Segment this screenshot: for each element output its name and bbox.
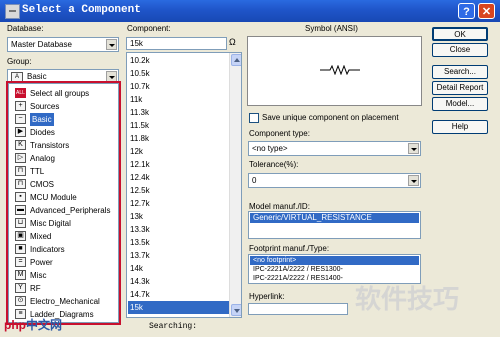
tolerance-label: Tolerance(%):: [249, 160, 299, 169]
component-value: 15k: [130, 39, 143, 48]
symbol-preview: [247, 36, 422, 106]
symbol-label: Symbol (ANSI): [305, 24, 358, 33]
save-unique-label: Save unique component on placement: [262, 113, 399, 122]
model-manuf-label: Model manuf./ID:: [249, 202, 310, 211]
close-button[interactable]: Close: [432, 43, 488, 57]
component-item[interactable]: 14.7k: [128, 288, 229, 301]
model-manuf-list[interactable]: Generic/VIRTUAL_RESISTANCE: [248, 211, 421, 239]
component-list[interactable]: 10.2k 10.5k 10.7k 11k 11.3k 11.5k 11.8k 12k 12.1…: [126, 52, 242, 318]
database-value: Master Database: [11, 40, 72, 49]
tolerance-select[interactable]: 0: [248, 173, 421, 188]
scroll-up-arrow-icon[interactable]: [231, 54, 241, 66]
highlight-frame: [6, 81, 121, 325]
component-item[interactable]: 12.4k: [128, 171, 229, 184]
app-icon: [5, 4, 20, 19]
hyperlink-label: Hyperlink:: [249, 292, 285, 301]
resistor-symbol-icon: [320, 65, 360, 75]
component-item[interactable]: 11.3k: [128, 106, 229, 119]
model-manuf-item[interactable]: Generic/VIRTUAL_RESISTANCE: [250, 213, 419, 223]
component-type-label: Component type:: [249, 129, 310, 138]
chevron-down-icon[interactable]: [408, 175, 419, 186]
component-item[interactable]: 13k: [128, 210, 229, 223]
component-item[interactable]: 11k: [128, 93, 229, 106]
component-item[interactable]: 12.7k: [128, 197, 229, 210]
database-select[interactable]: Master Database: [7, 37, 119, 52]
component-label: Component:: [127, 24, 171, 33]
watermark-text: 软件技巧: [355, 284, 460, 314]
hyperlink-field[interactable]: [248, 303, 348, 315]
save-unique-checkbox[interactable]: [249, 113, 259, 123]
component-item[interactable]: 13.5k: [128, 236, 229, 249]
component-type-select[interactable]: <no type>: [248, 141, 421, 156]
component-item[interactable]: 10.2k: [128, 54, 229, 67]
component-item[interactable]: 15k: [128, 301, 229, 314]
component-item[interactable]: 12.1k: [128, 158, 229, 171]
logo-php: php: [4, 318, 26, 332]
logo-cn: 中文网: [26, 318, 63, 332]
model-button[interactable]: Model...: [432, 97, 488, 111]
title-bar[interactable]: Select a Component ? ✕: [0, 0, 500, 22]
component-item[interactable]: 10.5k: [128, 67, 229, 80]
component-item[interactable]: 14.3k: [128, 275, 229, 288]
help-button[interactable]: Help: [432, 120, 488, 134]
group-label: Group:: [7, 57, 32, 66]
chevron-down-icon[interactable]: [408, 143, 419, 154]
component-item[interactable]: 11.5k: [128, 119, 229, 132]
database-label: Database:: [7, 24, 44, 33]
footprint-item[interactable]: <no footprint>: [250, 256, 419, 265]
status-text: Searching:: [149, 322, 198, 331]
component-item[interactable]: 12.5k: [128, 184, 229, 197]
component-item[interactable]: 13.7k: [128, 249, 229, 262]
component-input[interactable]: 15k: [126, 37, 227, 50]
component-item[interactable]: 12k: [128, 145, 229, 158]
footprint-item[interactable]: IPC-2221A/2222 / RES1300-: [250, 265, 419, 274]
window-title: Select a Component: [22, 4, 141, 16]
detail-button[interactable]: Detail Report: [432, 81, 488, 95]
component-item[interactable]: 14k: [128, 262, 229, 275]
group-value: Basic: [27, 72, 47, 81]
search-omega-icon[interactable]: Ω: [229, 37, 236, 47]
scroll-down-arrow-icon[interactable]: [231, 304, 241, 316]
ok-button[interactable]: OK: [432, 27, 488, 41]
help-window-button[interactable]: ?: [458, 3, 475, 19]
close-window-button[interactable]: ✕: [478, 3, 495, 19]
component-item[interactable]: 11.8k: [128, 132, 229, 145]
tolerance-value: 0: [252, 176, 257, 185]
component-item[interactable]: 10.7k: [128, 80, 229, 93]
chevron-down-icon[interactable]: [106, 39, 117, 50]
search-button[interactable]: Search...: [432, 65, 488, 79]
component-type-value: <no type>: [252, 144, 288, 153]
component-item[interactable]: 13.3k: [128, 223, 229, 236]
php-logo: php中文网: [4, 316, 62, 333]
footprint-label: Footprint manuf./Type:: [249, 244, 330, 253]
component-scrollbar[interactable]: [229, 53, 241, 317]
